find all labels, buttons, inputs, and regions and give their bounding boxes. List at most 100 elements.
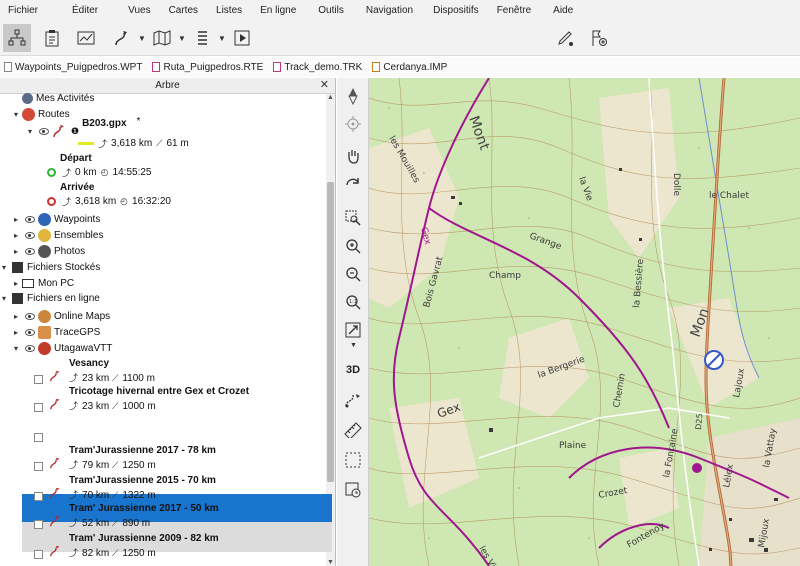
file-tab-waypoints[interactable]: Waypoints_Puigpedros.WPT (4, 62, 142, 73)
menu-vues[interactable]: Vues (106, 5, 158, 16)
visibility-eye-icon[interactable] (25, 313, 35, 320)
visibility-eye-icon[interactable] (25, 232, 35, 239)
tree-item-routes[interactable]: ▾ Routes (14, 108, 70, 121)
tree-item-fichiers-stockes[interactable]: ▾ Fichiers Stockés (2, 262, 100, 273)
scroll-up-icon[interactable]: ▲ (326, 94, 335, 101)
measure-route-button[interactable] (343, 390, 363, 410)
zoom-in-button[interactable] (343, 236, 363, 256)
track-checkbox[interactable] (34, 462, 43, 471)
scrollbar-thumb[interactable] (327, 182, 334, 482)
track-checkbox[interactable] (34, 375, 43, 384)
map-view[interactable]: Mont Mon Gex la Bergerie Bois Gavrat Dol… (369, 78, 800, 566)
profile-chart-button[interactable] (72, 24, 100, 52)
track-item-selected[interactable]: Tramjurassienne 2016 - 49 km ⤴ 49 km ⟋ 795… (34, 415, 211, 442)
collapse-icon[interactable]: ▾ (2, 294, 10, 303)
clipboard-icon (45, 30, 59, 47)
add-waypoint-button[interactable] (585, 24, 613, 52)
menu-dispositifs[interactable]: Dispositifs (421, 5, 487, 16)
expand-icon[interactable]: ▸ (14, 231, 22, 240)
track-checkbox[interactable] (34, 550, 43, 559)
collapse-icon[interactable]: ▾ (2, 263, 10, 272)
tree-item-tracegps[interactable]: ▸ TraceGPS (14, 326, 100, 339)
ruler-icon (344, 422, 362, 438)
map-dropdown-icon[interactable]: ▼ (178, 34, 186, 43)
menu-cartes[interactable]: Cartes (159, 5, 206, 16)
play-button[interactable] (228, 24, 256, 52)
expand-icon[interactable]: ▸ (14, 328, 22, 337)
menu-en-ligne[interactable]: En ligne (250, 5, 304, 16)
tree-item-ensembles[interactable]: ▸ Ensembles (14, 229, 103, 242)
menu-navigation[interactable]: Navigation (352, 5, 421, 16)
zoom-in-icon (346, 239, 361, 254)
menu-listes[interactable]: Listes (206, 5, 250, 16)
fit-extent-button[interactable] (343, 320, 363, 340)
list-dropdown-icon[interactable]: ▼ (218, 34, 226, 43)
menu-fenetre[interactable]: Fenêtre (487, 5, 539, 16)
draw-route-button[interactable] (552, 24, 580, 52)
locate-button[interactable] (343, 114, 363, 134)
file-tab-route[interactable]: Ruta_Puigpedros.RTE (152, 62, 263, 73)
zoom-out-button[interactable] (343, 264, 363, 284)
tree-item-depart[interactable]: Départ (60, 153, 92, 164)
tree-item-online-maps[interactable]: ▸ Online Maps (14, 310, 110, 323)
track-checkbox[interactable] (34, 433, 43, 442)
zoom-reset-button[interactable]: 1:1 (343, 292, 363, 312)
track-item[interactable]: Tram' Jurassienne 2009 - 82 km ⤴ 82 km ⟋ 1… (34, 532, 219, 559)
close-icon[interactable]: ✕ (320, 78, 329, 93)
tree-item-utagawa[interactable]: ▾ UtagawaVTT (14, 342, 112, 355)
visibility-eye-icon[interactable] (25, 216, 35, 223)
track-checkbox[interactable] (34, 520, 43, 529)
route-tool-button[interactable] (108, 24, 136, 52)
menu-outils[interactable]: Outils (304, 5, 352, 16)
visibility-eye-icon[interactable] (39, 127, 49, 135)
tree-view-button[interactable] (3, 24, 31, 52)
expand-icon[interactable]: ▸ (14, 215, 22, 224)
track-item[interactable]: Tram' Jurassienne 2017 - 50 km ⤴ 52 km ⟋ 8… (34, 502, 219, 529)
expand-icon[interactable]: ▸ (14, 279, 22, 288)
collapse-icon[interactable]: ▾ (14, 110, 22, 119)
zoom-area-button[interactable] (343, 208, 363, 228)
ruler-button[interactable] (343, 420, 363, 440)
tree-item-mes-activites[interactable]: Mes Activités (22, 93, 94, 104)
track-item[interactable]: Tram'Jurassienne 2015 - 70 km ⤴ 70 km ⟋ 13… (34, 474, 216, 501)
tree-item-gpx[interactable]: ▾ ❶ B203.gpx * (28, 116, 140, 138)
expand-icon[interactable]: ▸ (14, 247, 22, 256)
tree-item-fichiers-en-ligne[interactable]: ▾ Fichiers en ligne (2, 293, 100, 304)
visibility-eye-icon[interactable] (25, 329, 35, 336)
menu-aide[interactable]: Aide (539, 5, 581, 16)
track-item[interactable]: Tram'Jurassienne 2017 - 78 km ⤴ 79 km ⟋ 12… (34, 444, 216, 471)
expand-icon[interactable]: ▸ (14, 312, 22, 321)
visibility-eye-icon[interactable] (25, 345, 35, 352)
clipboard-button[interactable] (38, 24, 66, 52)
compass-button[interactable] (343, 86, 363, 106)
collapse-icon[interactable]: ▾ (14, 344, 22, 353)
menu-editer[interactable]: Éditer (46, 5, 106, 16)
tree-item-mon-pc[interactable]: ▸ Mon PC (14, 278, 74, 289)
road-code-label: D25 (694, 413, 704, 430)
topographic-map[interactable]: Mont Mon Gex la Bergerie Bois Gavrat Dol… (369, 78, 800, 566)
select-area-button[interactable] (343, 450, 363, 470)
route-dropdown-icon[interactable]: ▼ (138, 34, 146, 43)
visibility-eye-icon[interactable] (25, 248, 35, 255)
collapse-icon[interactable]: ▾ (28, 127, 36, 136)
file-tab-track[interactable]: Track_demo.TRK (273, 62, 362, 73)
file-tab-imp[interactable]: Cerdanya.IMP (372, 62, 447, 73)
track-checkbox[interactable] (34, 403, 43, 412)
rotate-button[interactable] (343, 174, 363, 194)
list-button[interactable] (188, 24, 216, 52)
menu-fichier[interactable]: Fichier (0, 5, 46, 16)
more-tools-dropdown-icon[interactable]: ▼ (350, 342, 357, 349)
tree-item-waypoints[interactable]: ▸ Waypoints (14, 213, 100, 226)
3d-view-button[interactable]: 3D (343, 360, 363, 380)
map-button[interactable] (148, 24, 176, 52)
track-checkbox[interactable] (34, 492, 43, 501)
track-item[interactable]: Tricotage hivernal entre Gex et Crozet ⤴… (34, 385, 249, 412)
map-time-button[interactable] (343, 480, 363, 500)
tree-item-photos[interactable]: ▸ Photos (14, 245, 85, 258)
track-item[interactable]: Vesancy ⤴ 23 km ⟋ 1100 m (34, 357, 155, 384)
scroll-down-icon[interactable]: ▼ (326, 559, 335, 566)
route-flag-icon (50, 487, 60, 498)
pan-button[interactable] (343, 146, 363, 166)
tree-item-arrivee[interactable]: Arrivée (60, 182, 94, 193)
pen-route-icon (558, 31, 573, 46)
